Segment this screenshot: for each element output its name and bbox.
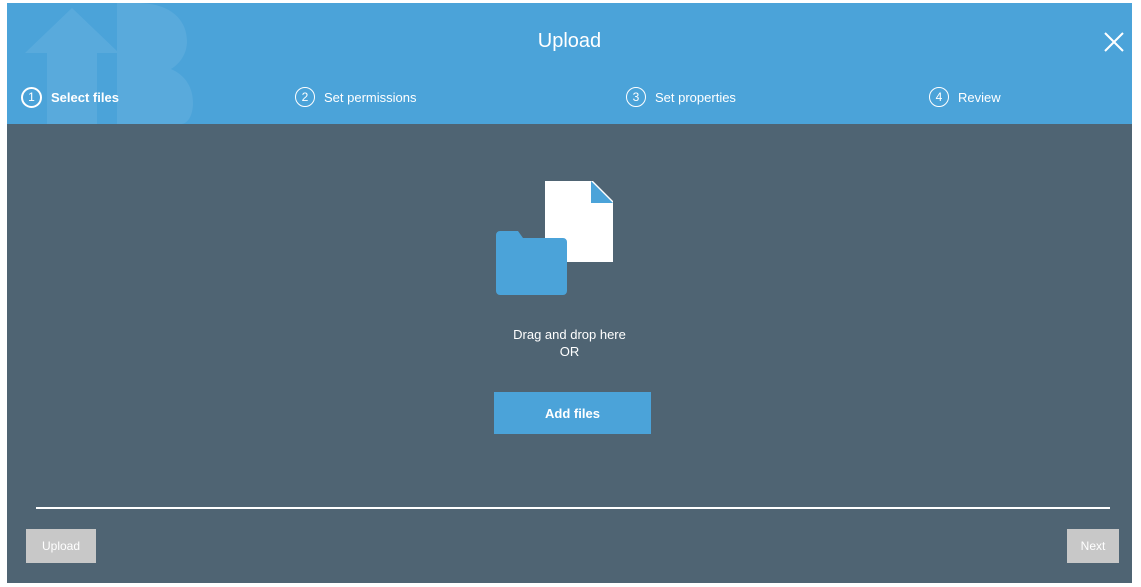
- step-label: Review: [958, 89, 1001, 105]
- dropzone-or: OR: [559, 344, 580, 359]
- step-label: Select files: [51, 89, 119, 105]
- folder-and-file-icon: [496, 181, 613, 295]
- add-files-button[interactable]: Add files: [494, 392, 651, 434]
- step-set-permissions[interactable]: 2 Set permissions: [295, 85, 416, 109]
- upload-button[interactable]: Upload: [26, 529, 96, 563]
- step-label: Set properties: [655, 89, 736, 105]
- step-set-properties[interactable]: 3 Set properties: [626, 85, 736, 109]
- wizard-steps: 1 Select files 2 Set permissions 3 Set p…: [7, 85, 1132, 109]
- dialog-header: Upload 1 Select files 2 Set permissions …: [7, 3, 1132, 124]
- footer-divider: [36, 507, 1110, 509]
- close-icon[interactable]: [1103, 31, 1125, 53]
- dropzone-line: Drag and drop here: [513, 327, 626, 342]
- step-number: 1: [21, 86, 42, 108]
- upload-dialog: Upload 1 Select files 2 Set permissions …: [7, 3, 1132, 583]
- dropzone-text: Drag and drop here OR: [7, 326, 1132, 360]
- step-number: 4: [929, 87, 949, 107]
- step-number: 2: [295, 87, 315, 107]
- step-label: Set permissions: [324, 89, 417, 105]
- step-select-files[interactable]: 1 Select files: [21, 85, 119, 109]
- dialog-title: Upload: [537, 30, 602, 52]
- next-button[interactable]: Next: [1067, 529, 1119, 563]
- step-review[interactable]: 4 Review: [929, 85, 1001, 109]
- step-number: 3: [626, 87, 646, 107]
